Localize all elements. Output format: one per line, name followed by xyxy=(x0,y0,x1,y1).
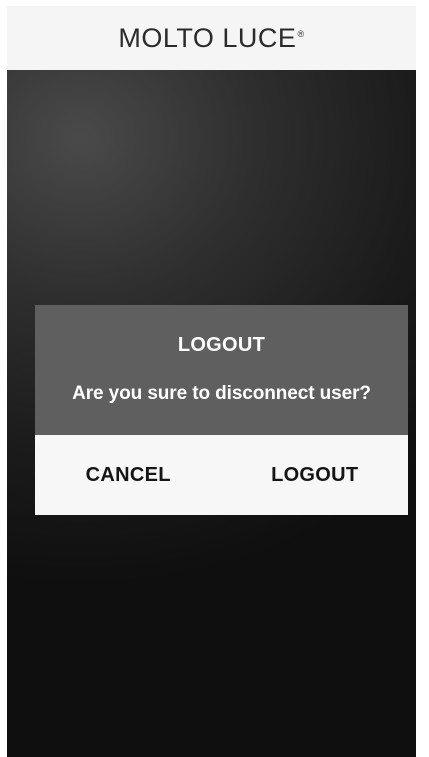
dialog-message: Are you sure to disconnect user? xyxy=(72,383,371,404)
dialog-title: LOGOUT xyxy=(177,334,266,356)
logout-button[interactable]: LOGOUT xyxy=(222,435,409,515)
logout-dialog: LOGOUT Are you sure to disconnect user? … xyxy=(35,305,408,515)
dialog-body: LOGOUT Are you sure to disconnect user? xyxy=(35,305,408,435)
cancel-button[interactable]: CANCEL xyxy=(35,435,222,515)
app-screen: MOLTO LUCE® LOGOUT Are you sure to disco… xyxy=(0,0,429,757)
dialog-actions: CANCEL LOGOUT xyxy=(35,435,408,515)
brand-logo-text: MOLTO LUCE xyxy=(118,22,297,53)
app-header: MOLTO LUCE® xyxy=(7,6,416,70)
brand-logo: MOLTO LUCE® xyxy=(118,23,304,53)
registered-mark: ® xyxy=(297,28,305,39)
